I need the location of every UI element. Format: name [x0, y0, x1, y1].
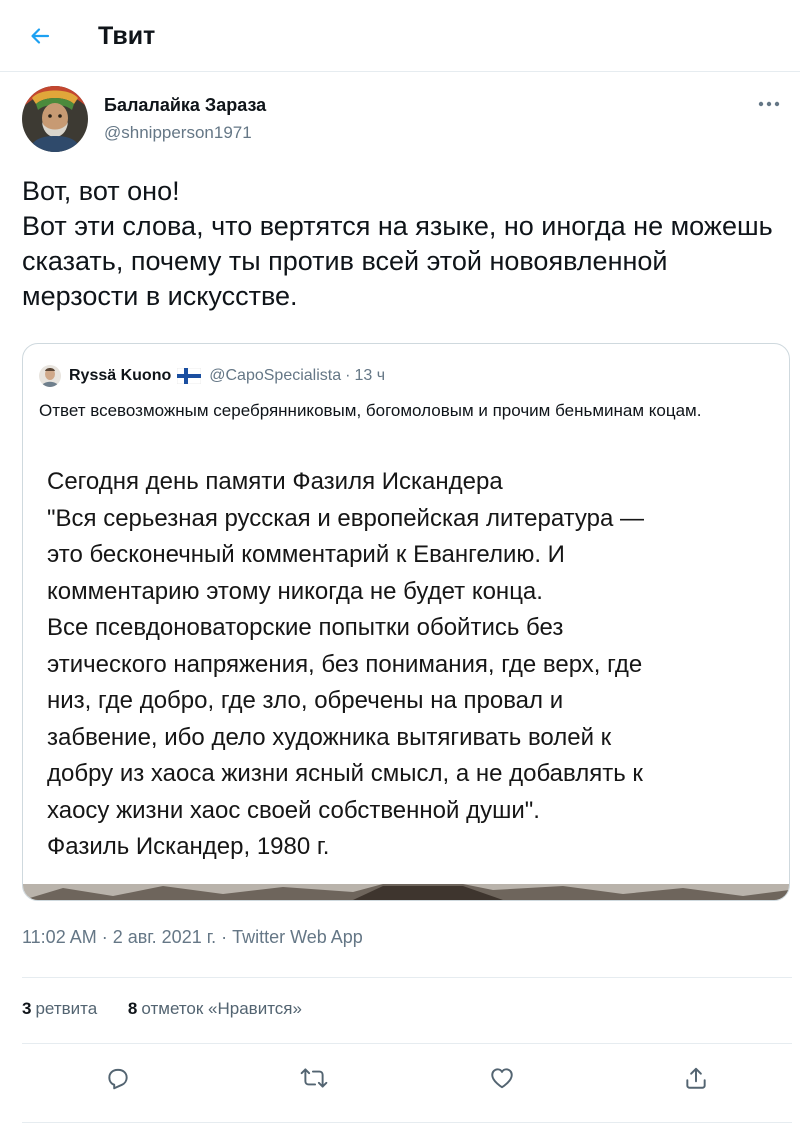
- quoted-image-text: Сегодня день памяти Фазиля Искандера "Вс…: [47, 468, 644, 860]
- likes-label: отметок «Нравится»: [141, 999, 302, 1018]
- retweets-stat[interactable]: 3 ретвита: [22, 997, 97, 1021]
- quoted-time: 13 ч: [354, 367, 386, 384]
- quoted-avatar: [39, 365, 61, 387]
- tweet-actions: [0, 1058, 800, 1098]
- quoted-tweet[interactable]: Ryssä Kuono @CapoSpecialista · 13 ч Отве…: [22, 343, 790, 901]
- divider: [22, 1043, 792, 1044]
- likes-stat[interactable]: 8 отметок «Нравится»: [128, 997, 302, 1021]
- top-bar: Твит: [0, 0, 800, 72]
- back-button[interactable]: [22, 20, 58, 52]
- reply-button[interactable]: [98, 1058, 138, 1098]
- retweets-label: ретвита: [35, 999, 98, 1018]
- tweet-stats: 3 ретвита 8 отметок «Нравится»: [22, 997, 328, 1021]
- share-button[interactable]: [676, 1058, 716, 1098]
- photo-strip: [23, 884, 789, 900]
- heart-icon: [491, 1068, 513, 1089]
- finland-flag-icon: [177, 368, 202, 384]
- tweet-author: Балалайка Зараза @shnipperson1971: [22, 86, 782, 156]
- author-name[interactable]: Балалайка Зараза: [104, 94, 266, 116]
- retweet-icon: [300, 1068, 328, 1088]
- quoted-author-handle: @CapoSpecialista: [209, 367, 342, 384]
- quoted-tweet-header: Ryssä Kuono @CapoSpecialista · 13 ч: [39, 364, 385, 388]
- reply-icon: [108, 1068, 128, 1090]
- tweet-text: Вот, вот оно! Вот эти слова, что вертятс…: [22, 176, 773, 311]
- divider: [22, 977, 792, 978]
- likes-count: 8: [127, 999, 138, 1018]
- tweet-timestamp[interactable]: 11:02 AM · 2 авг. 2021 г. · Twitter Web …: [22, 925, 363, 949]
- divider: [22, 1122, 792, 1123]
- page-title: Твит: [98, 22, 156, 50]
- like-button[interactable]: [482, 1058, 522, 1098]
- retweets-count: 3: [22, 999, 32, 1018]
- quoted-image[interactable]: Сегодня день памяти Фазиля Искандера "Вс…: [23, 444, 789, 900]
- arrow-left-icon: [31, 28, 50, 44]
- quoted-tweet-text: Ответ всевозможным серебрянниковым, бого…: [39, 401, 702, 420]
- author-handle[interactable]: @shnipperson1971: [104, 122, 252, 144]
- avatar[interactable]: [22, 86, 88, 152]
- separator-dot: ·: [345, 367, 351, 384]
- retweet-button[interactable]: [294, 1058, 334, 1098]
- quoted-author-name: Ryssä Kuono: [69, 367, 172, 384]
- more-dots-icon: [758, 101, 780, 107]
- share-icon: [686, 1067, 706, 1089]
- more-button[interactable]: [756, 94, 782, 114]
